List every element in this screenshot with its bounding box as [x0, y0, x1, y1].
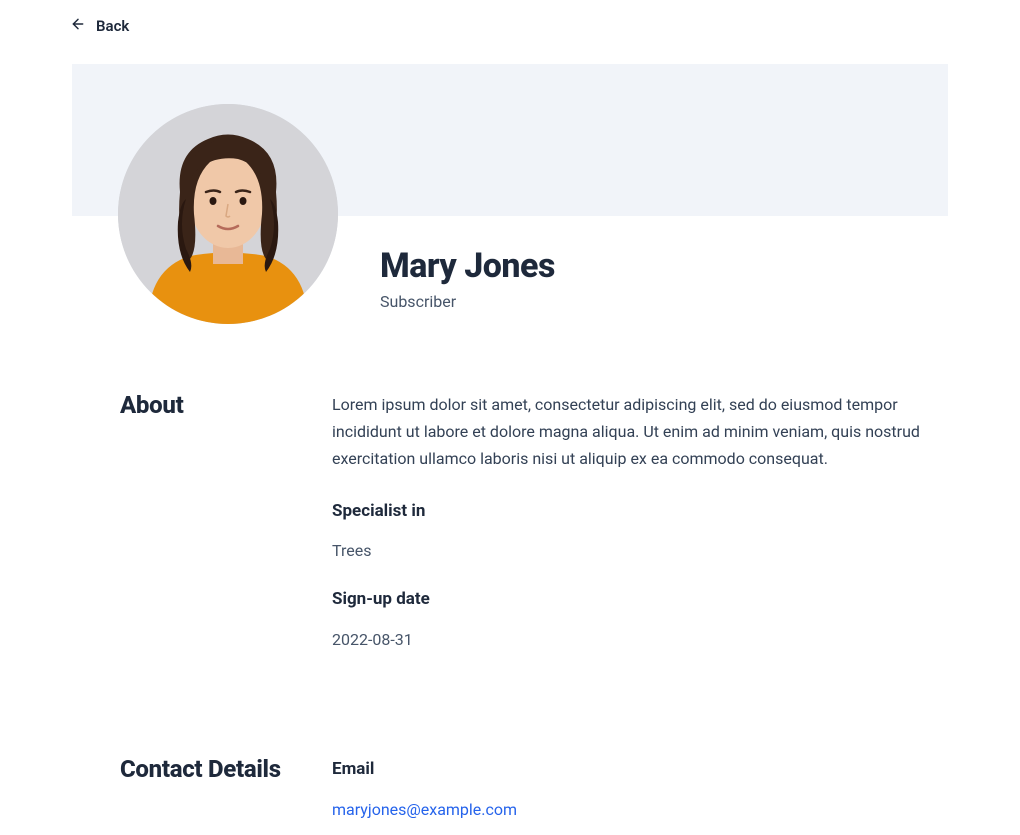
- email-link[interactable]: maryjones@example.com: [332, 800, 517, 819]
- signup-label: Sign-up date: [332, 585, 928, 614]
- arrow-left-icon: [70, 16, 86, 36]
- about-bio: Lorem ipsum dolor sit amet, consectetur …: [332, 391, 928, 473]
- contact-heading: Contact Details: [120, 755, 332, 783]
- profile-hero: Mary Jones Subscriber: [72, 64, 948, 311]
- email-label: Email: [332, 755, 928, 784]
- profile-role: Subscriber: [380, 292, 948, 311]
- specialist-value: Trees: [332, 537, 928, 564]
- back-label: Back: [96, 17, 129, 35]
- about-section: About Lorem ipsum dolor sit amet, consec…: [72, 391, 948, 659]
- signup-value: 2022-08-31: [332, 626, 928, 653]
- avatar: [118, 104, 338, 324]
- profile-name: Mary Jones: [380, 246, 948, 286]
- contact-section: Contact Details Email maryjones@example.…: [72, 755, 948, 823]
- back-button[interactable]: Back: [0, 0, 129, 36]
- about-heading: About: [120, 391, 332, 419]
- specialist-label: Specialist in: [332, 497, 928, 526]
